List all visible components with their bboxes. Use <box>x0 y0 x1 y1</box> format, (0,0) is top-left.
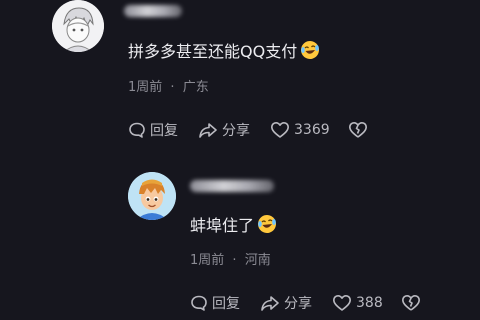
heart-icon <box>332 294 352 312</box>
share-arrow-icon <box>198 121 218 139</box>
comment-bubble-icon <box>190 294 208 312</box>
reply-button[interactable]: 回复 <box>128 120 178 140</box>
comment-actions: 回复 分享 3369 <box>128 120 388 140</box>
share-label: 分享 <box>222 123 250 139</box>
avatar[interactable] <box>52 0 104 52</box>
heart-icon <box>270 121 290 139</box>
reply-comment-item: 蚌埠住了 1周前 · 河南 回复 分享 388 <box>0 160 480 320</box>
meta-separator: · <box>232 253 237 268</box>
comment-text-content: 蚌埠住了 <box>190 216 255 235</box>
comment-text: 拼多多甚至还能QQ支付 <box>128 38 320 62</box>
broken-heart-icon <box>348 121 368 139</box>
dislike-button[interactable] <box>348 121 368 139</box>
meta-separator: · <box>170 80 175 95</box>
comment-actions: 回复 分享 388 <box>190 293 441 313</box>
username-redacted[interactable] <box>190 180 274 192</box>
laughing-crying-emoji-icon <box>257 214 277 234</box>
avatar[interactable] <box>128 172 176 220</box>
comment-meta: 1周前 · 广东 <box>128 76 209 95</box>
comment-text-content: 拼多多甚至还能QQ支付 <box>128 42 298 61</box>
reply-label: 回复 <box>212 296 240 312</box>
share-button[interactable]: 分享 <box>260 293 312 313</box>
comment-time: 1周前 <box>190 253 225 268</box>
broken-heart-icon <box>401 294 421 312</box>
reply-label: 回复 <box>150 123 178 139</box>
comment-item: 拼多多甚至还能QQ支付 1周前 · 广东 回复 分享 3369 <box>0 0 480 160</box>
comment-time: 1周前 <box>128 80 163 95</box>
comment-location: 广东 <box>182 80 209 95</box>
share-arrow-icon <box>260 294 280 312</box>
comment-text: 蚌埠住了 <box>190 212 277 236</box>
reply-button[interactable]: 回复 <box>190 293 240 313</box>
dislike-button[interactable] <box>401 294 421 312</box>
like-count: 388 <box>356 295 383 311</box>
laughing-crying-emoji-icon <box>300 40 320 60</box>
comment-bubble-icon <box>128 121 146 139</box>
like-button[interactable]: 388 <box>332 294 383 312</box>
like-count: 3369 <box>294 122 330 138</box>
like-button[interactable]: 3369 <box>270 121 330 139</box>
comment-meta: 1周前 · 河南 <box>190 249 271 268</box>
comment-location: 河南 <box>244 253 271 268</box>
share-button[interactable]: 分享 <box>198 120 250 140</box>
share-label: 分享 <box>284 296 312 312</box>
username-redacted[interactable] <box>124 5 182 17</box>
